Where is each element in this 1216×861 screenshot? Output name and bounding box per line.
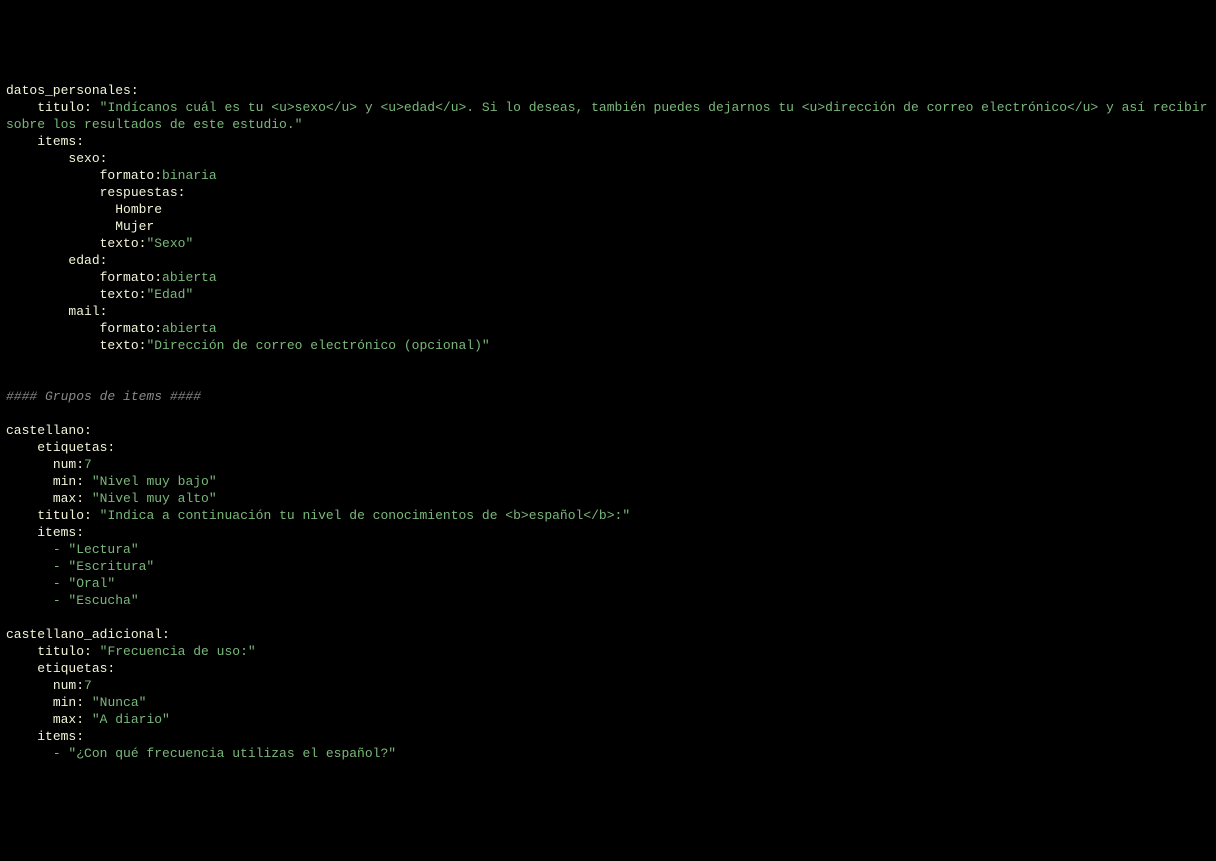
item-lectura: - "Lectura": [53, 542, 139, 557]
section-comment: #### Grupos de items ####: [6, 389, 201, 404]
key-datos-personales: datos_personales:: [6, 83, 139, 98]
val-min: "Nivel muy bajo": [92, 474, 217, 489]
val-hombre: Hombre: [115, 202, 162, 217]
key-min: min:: [53, 474, 84, 489]
val-formato-abierta: abierta: [162, 321, 217, 336]
item-escritura: - "Escritura": [53, 559, 154, 574]
key-formato: formato:: [100, 321, 162, 336]
val-texto-mail: "Dirección de correo electrónico (opcion…: [146, 338, 489, 353]
key-etiquetas: etiquetas:: [37, 661, 115, 676]
val-titulo-castellano: "Indica a continuación tu nivel de conoc…: [100, 508, 631, 523]
val-formato-binaria: binaria: [162, 168, 217, 183]
key-etiquetas: etiquetas:: [37, 440, 115, 455]
key-formato: formato:: [100, 168, 162, 183]
val-titulo-line1: "Indícanos cuál es tu <u>sexo</u> y <u>e…: [100, 100, 1216, 115]
val-num: 7: [84, 678, 92, 693]
key-formato: formato:: [100, 270, 162, 285]
key-texto: texto:: [100, 236, 147, 251]
key-castellano: castellano:: [6, 423, 92, 438]
key-max: max:: [53, 491, 84, 506]
val-texto-sexo: "Sexo": [146, 236, 193, 251]
yaml-code-block: datos_personales: titulo: "Indícanos cuá…: [6, 82, 1210, 762]
val-num: 7: [84, 457, 92, 472]
key-mail: mail:: [68, 304, 107, 319]
key-edad: edad:: [68, 253, 107, 268]
key-items: items:: [37, 525, 84, 540]
key-items: items:: [37, 134, 84, 149]
item-frecuencia: - "¿Con qué frecuencia utilizas el españ…: [53, 746, 396, 761]
key-max: max:: [53, 712, 84, 727]
val-texto-edad: "Edad": [146, 287, 193, 302]
key-texto: texto:: [100, 338, 147, 353]
val-max: "Nivel muy alto": [92, 491, 217, 506]
val-formato-abierta: abierta: [162, 270, 217, 285]
val-min: "Nunca": [92, 695, 147, 710]
key-respuestas: respuestas:: [100, 185, 186, 200]
key-castellano-adicional: castellano_adicional:: [6, 627, 170, 642]
key-titulo: titulo:: [37, 100, 92, 115]
key-titulo: titulo:: [37, 508, 92, 523]
item-oral: - "Oral": [53, 576, 115, 591]
key-num: num:: [53, 457, 84, 472]
val-titulo-line2: sobre los resultados de este estudio.": [6, 117, 302, 132]
key-min: min:: [53, 695, 84, 710]
val-titulo-adicional: "Frecuencia de uso:": [100, 644, 256, 659]
key-titulo: titulo:: [37, 644, 92, 659]
key-texto: texto:: [100, 287, 147, 302]
key-num: num:: [53, 678, 84, 693]
key-sexo: sexo:: [68, 151, 107, 166]
val-mujer: Mujer: [115, 219, 154, 234]
val-max: "A diario": [92, 712, 170, 727]
item-escucha: - "Escucha": [53, 593, 139, 608]
key-items: items:: [37, 729, 84, 744]
